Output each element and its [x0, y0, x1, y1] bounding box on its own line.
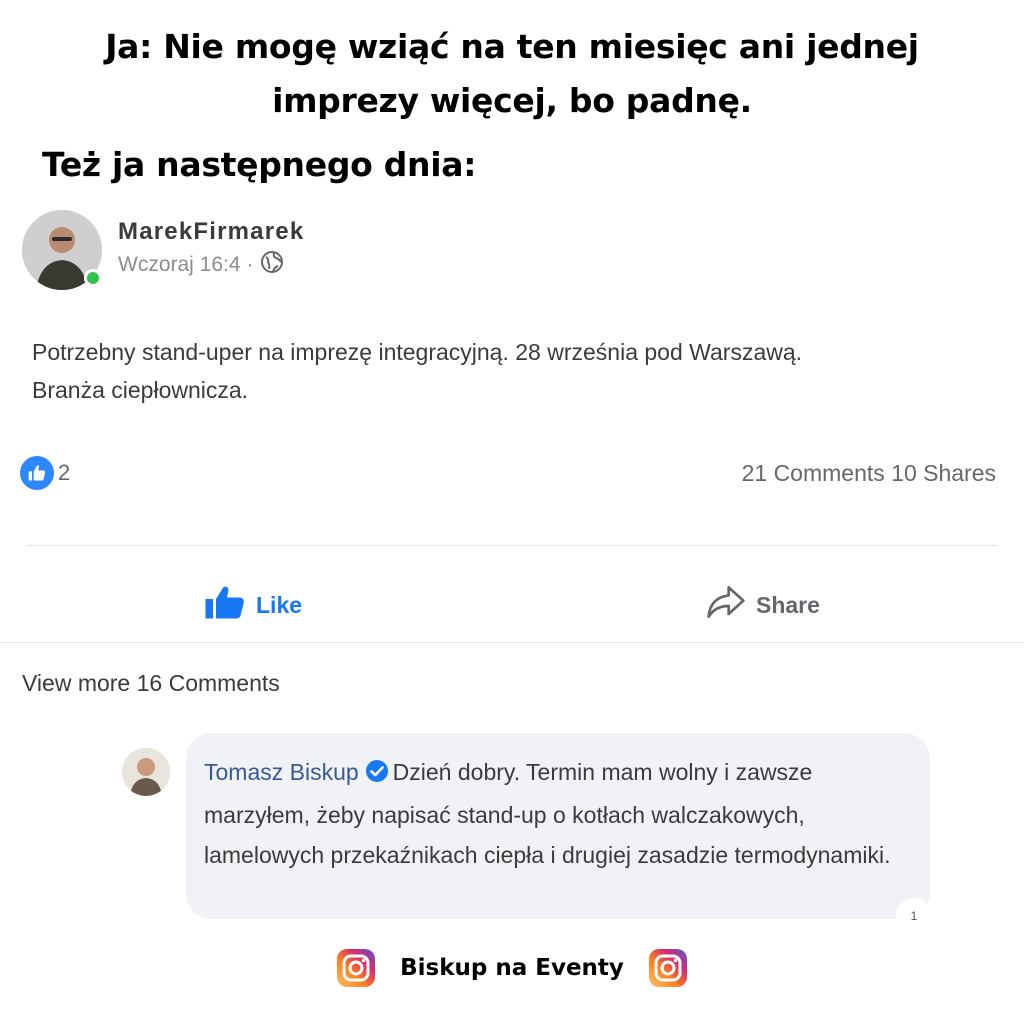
globe-icon [260, 250, 284, 280]
share-arrow-icon [706, 584, 746, 626]
instagram-icon [648, 948, 688, 988]
like-button[interactable]: Like [204, 584, 302, 626]
online-status-indicator [84, 269, 102, 287]
meta-separator: · [246, 253, 254, 276]
view-more-comments-link[interactable]: View more 16 Comments [22, 670, 280, 697]
commenter-avatar[interactable] [122, 748, 170, 796]
instagram-icon [336, 948, 376, 988]
post-body-line-1: Potrzebny stand-uper na imprezę integrac… [32, 339, 803, 365]
meme-caption-line-2: imprezy więcej, bo padnę. [272, 81, 752, 120]
comment-reaction-count[interactable]: 1 [896, 898, 932, 934]
author-name[interactable]: MarekFirmarek [118, 218, 304, 246]
meme-caption-line-3: Też ja następnego dnia: [42, 145, 477, 184]
like-label: Like [256, 591, 303, 618]
footer-label: Biskup na Eventy [400, 955, 624, 981]
comments-shares-count[interactable]: 21 Comments 10 Shares [742, 460, 996, 487]
thumbs-up-icon [204, 584, 246, 626]
share-button[interactable]: Share [706, 584, 820, 626]
divider [26, 545, 998, 546]
meme-caption-line-1: Ja: Nie mogę wziąć na ten miesięc ani je… [105, 27, 919, 66]
post-body-line-2: Branża ciepłownicza. [32, 377, 249, 403]
post-body: Potrzebny stand-uper na imprezę integrac… [32, 333, 1012, 409]
post-meta: Wczoraj 16:4 · [118, 250, 284, 280]
reaction-count: 2 [58, 460, 71, 485]
footer-branding: Biskup na Eventy [0, 948, 1024, 988]
post-timestamp[interactable]: Wczoraj 16:4 [118, 253, 241, 277]
divider [0, 642, 1024, 643]
reaction-summary[interactable]: 2 [20, 456, 70, 490]
verified-badge-icon [365, 755, 389, 795]
commenter-name[interactable]: Tomasz Biskup [204, 759, 359, 785]
share-label: Share [756, 591, 820, 618]
like-reaction-icon [20, 456, 54, 490]
comment: Tomasz Biskup Dzień dobry. Termin mam wol… [204, 752, 904, 875]
